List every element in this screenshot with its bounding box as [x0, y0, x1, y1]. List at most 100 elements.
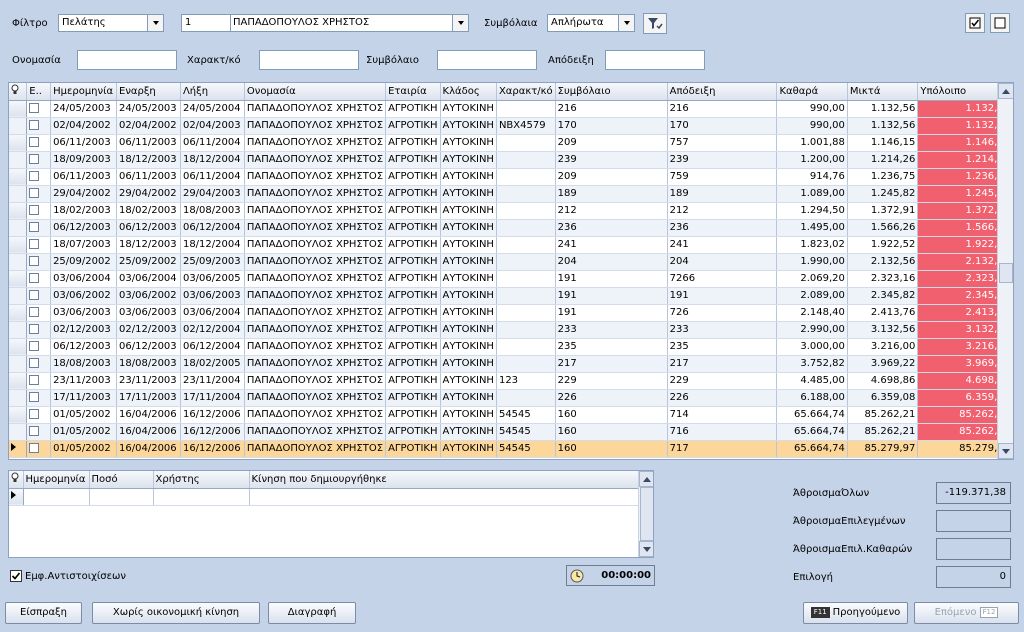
table-cell[interactable]: 02/12/2003: [116, 321, 181, 339]
table-cell[interactable]: 25/09/2002: [116, 253, 181, 271]
table-row[interactable]: 03/06/2002 03/06/2002 03/06/2003 ΠΑΠΑΔΟΠΟΥΛ…: [9, 287, 1013, 305]
table-cell[interactable]: ΠΑΠΑΔΟΠΟΥΛΟΣ ΧΡΗΣΤΟΣ: [244, 406, 387, 424]
table-cell[interactable]: ΑΥΤΟΚΙΝΗ: [440, 100, 497, 118]
table-cell[interactable]: 160: [555, 423, 668, 441]
scroll-up-button[interactable]: [639, 471, 653, 487]
table-row[interactable]: [9, 488, 640, 506]
matches-vertical-scrollbar[interactable]: [638, 471, 653, 557]
table-cell[interactable]: 23/11/2003: [116, 372, 181, 390]
table-cell[interactable]: 03/06/2002: [116, 287, 181, 305]
table-cell[interactable]: 212: [667, 202, 778, 220]
table-cell[interactable]: 2.069,20: [776, 270, 848, 288]
table-cell[interactable]: ΑΥΤΟΚΙΝΗ: [440, 287, 497, 305]
table-cell[interactable]: ΑΓΡΟΤΙΚΗ: [385, 372, 441, 390]
table-cell[interactable]: 123: [496, 372, 556, 390]
table-cell[interactable]: ΑΥΤΟΚΙΝΗ: [440, 117, 497, 135]
table-cell[interactable]: [496, 321, 556, 339]
row-select-cell[interactable]: [26, 100, 52, 118]
table-cell[interactable]: 204: [667, 253, 778, 271]
table-cell[interactable]: 02/12/2003: [50, 321, 118, 339]
table-cell[interactable]: 18/02/2003: [50, 202, 118, 220]
row-select-cell[interactable]: [26, 338, 52, 356]
table-cell[interactable]: 06/11/2003: [116, 134, 181, 152]
column-header[interactable]: Εναρξη: [116, 83, 181, 101]
table-cell[interactable]: ΑΓΡΟΤΙΚΗ: [385, 117, 441, 135]
table-cell[interactable]: 25/09/2003: [180, 253, 245, 271]
select-all-button[interactable]: [965, 13, 985, 33]
customer-select[interactable]: 1 ΠΑΠΑΔΟΠΟΥΛΟΣ ΧΡΗΣΤΟΣ: [181, 14, 469, 32]
table-cell[interactable]: ΑΓΡΟΤΙΚΗ: [385, 287, 441, 305]
column-header[interactable]: Ποσό: [89, 471, 154, 489]
table-cell[interactable]: 914,76: [776, 168, 848, 186]
table-row[interactable]: 18/08/2003 18/08/2003 18/02/2005 ΠΑΠΑΔΟΠΟΥΛ…: [9, 355, 1013, 373]
no-financial-movement-button[interactable]: Χωρίς οικονομική κίνηση: [92, 602, 260, 624]
table-row[interactable]: 18/02/2003 18/02/2003 18/08/2003 ΠΑΠΑΔΟΠΟΥΛ…: [9, 202, 1013, 220]
table-cell[interactable]: 4.485,00: [776, 372, 848, 390]
table-cell[interactable]: 191: [555, 270, 668, 288]
row-select-cell[interactable]: [26, 321, 52, 339]
table-cell[interactable]: 18/12/2003: [116, 151, 181, 169]
table-cell[interactable]: ΠΑΠΑΔΟΠΟΥΛΟΣ ΧΡΗΣΤΟΣ: [244, 270, 387, 288]
table-cell[interactable]: 1.566,26: [847, 219, 919, 237]
table-row[interactable]: 02/04/2002 02/04/2002 02/04/2003 ΠΑΠΑΔΟΠΟΥΛ…: [9, 117, 1013, 135]
table-cell[interactable]: 160: [555, 406, 668, 424]
table-cell[interactable]: 18/07/2003: [50, 236, 118, 254]
table-cell[interactable]: 236: [667, 219, 778, 237]
table-cell[interactable]: 160: [555, 440, 668, 458]
table-cell[interactable]: 85.262,21: [847, 423, 919, 441]
table-cell[interactable]: ΑΓΡΟΤΙΚΗ: [385, 304, 441, 322]
name-search-input[interactable]: [77, 50, 177, 70]
table-cell[interactable]: [496, 202, 556, 220]
row-select-cell[interactable]: [26, 389, 52, 407]
row-select-cell[interactable]: [26, 117, 52, 135]
table-cell[interactable]: 3.132,56: [847, 321, 919, 339]
table-cell[interactable]: 1.089,00: [776, 185, 848, 203]
table-cell[interactable]: 212: [555, 202, 668, 220]
table-cell[interactable]: 204: [555, 253, 668, 271]
char-search-input[interactable]: [259, 50, 359, 70]
table-cell[interactable]: 1.214,26: [847, 151, 919, 169]
table-cell[interactable]: ΠΑΠΑΔΟΠΟΥΛΟΣ ΧΡΗΣΤΟΣ: [244, 100, 387, 118]
table-cell[interactable]: 717: [667, 440, 778, 458]
table-cell[interactable]: 18/08/2003: [180, 202, 245, 220]
table-cell[interactable]: 3.752,82: [776, 355, 848, 373]
table-cell[interactable]: 16/12/2006: [180, 423, 245, 441]
row-select-cell[interactable]: [26, 168, 52, 186]
column-header[interactable]: Απόδειξη: [667, 83, 778, 101]
table-cell[interactable]: ΑΥΤΟΚΙΝΗ: [440, 185, 497, 203]
table-cell[interactable]: 1.495,00: [776, 219, 848, 237]
table-cell[interactable]: 239: [667, 151, 778, 169]
table-cell[interactable]: 1.132,56: [847, 117, 919, 135]
table-cell[interactable]: 1.990,00: [776, 253, 848, 271]
table-cell[interactable]: 18/08/2003: [116, 355, 181, 373]
row-select-cell[interactable]: [26, 270, 52, 288]
column-header[interactable]: Καθαρά: [776, 83, 848, 101]
row-checkbox[interactable]: [29, 171, 40, 181]
table-cell[interactable]: 18/12/2004: [180, 151, 245, 169]
table-cell[interactable]: 1.001,88: [776, 134, 848, 152]
table-row[interactable]: 06/11/2003 06/11/2003 06/11/2004 ΠΑΠΑΔΟΠΟΥΛ…: [9, 134, 1013, 152]
table-cell[interactable]: 24/05/2004: [180, 100, 245, 118]
table-cell[interactable]: [89, 488, 154, 506]
table-cell[interactable]: 726: [667, 304, 778, 322]
row-checkbox[interactable]: [29, 324, 40, 334]
row-checkbox[interactable]: [29, 341, 40, 351]
table-cell[interactable]: 18/12/2004: [180, 236, 245, 254]
row-select-cell[interactable]: [26, 406, 52, 424]
column-header[interactable]: Συμβόλαιο: [555, 83, 668, 101]
table-cell[interactable]: 29/04/2002: [116, 185, 181, 203]
row-checkbox[interactable]: [29, 307, 40, 317]
table-cell[interactable]: ΑΥΤΟΚΙΝΗ: [440, 338, 497, 356]
table-cell[interactable]: 229: [555, 372, 668, 390]
table-cell[interactable]: 18/02/2003: [116, 202, 181, 220]
row-checkbox[interactable]: [29, 409, 40, 419]
table-cell[interactable]: ΑΥΤΟΚΙΝΗ: [440, 151, 497, 169]
table-cell[interactable]: 25/09/2002: [50, 253, 118, 271]
table-cell[interactable]: 1.294,50: [776, 202, 848, 220]
table-cell[interactable]: 1.132,56: [847, 100, 919, 118]
table-cell[interactable]: 1.146,15: [847, 134, 919, 152]
table-cell[interactable]: 18/12/2003: [116, 236, 181, 254]
receipt-search-input[interactable]: [605, 50, 705, 70]
table-cell[interactable]: 233: [555, 321, 668, 339]
table-cell[interactable]: [496, 168, 556, 186]
